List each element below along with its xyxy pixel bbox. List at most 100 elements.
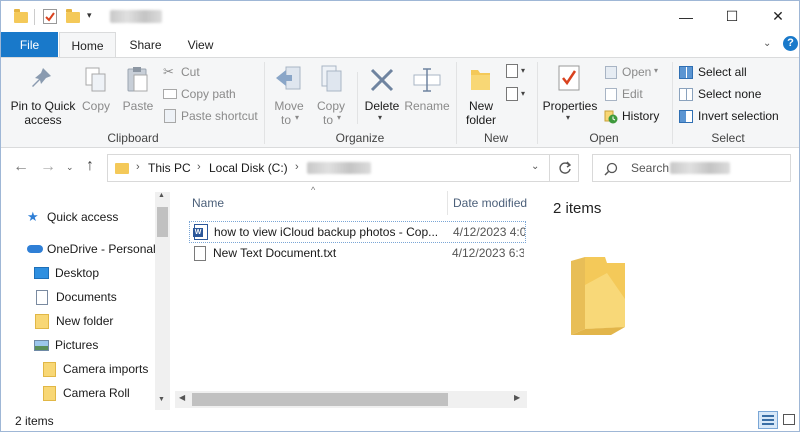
properties-icon [558,65,580,91]
breadcrumb-this-pc[interactable]: This PC [148,161,191,175]
paste-shortcut-label: Paste shortcut [181,109,258,123]
select-all-button[interactable]: Select all [678,64,788,82]
refresh-icon [559,161,572,174]
breadcrumb-separator-icon: › [197,161,201,173]
tab-file[interactable]: File [1,32,58,57]
cut-button[interactable]: ✂ Cut [163,64,253,82]
ribbon-expand-icon[interactable]: ⌄ [763,38,771,49]
status-bar: 2 items [1,410,799,431]
edit-button[interactable]: Edit [604,86,666,104]
nav-camera-roll[interactable]: Camera Roll [43,381,155,405]
nav-label: Pictures [55,338,99,352]
open-dropdown-icon: ▾ [654,66,659,75]
cloud-icon [27,245,43,253]
ribbon-tabs: File Home Share View ⌄ ? [1,32,799,58]
new-folder-icon [471,70,490,90]
clipboard-group-label: Clipboard [107,131,159,145]
invert-selection-button[interactable]: Invert selection [678,108,794,126]
star-icon: ★ [27,209,39,224]
copy-to-icon [321,65,342,92]
qat-separator [34,9,35,25]
column-header-name[interactable]: Name [192,196,224,210]
open-button[interactable]: Open ▾ [604,64,666,82]
address-bar[interactable]: › This PC › Local Disk (C:) › ⌄ [107,154,579,182]
ribbon-separator [537,62,538,144]
recent-locations-icon[interactable]: ⌄ [66,162,74,173]
address-folder-icon [115,163,129,174]
up-button[interactable]: ↑ [86,157,94,175]
breadcrumb-local-disk[interactable]: Local Disk (C:) [209,161,288,175]
nav-label: Desktop [55,266,100,280]
column-header-date-modified[interactable]: Date modified [453,196,527,210]
copy-path-label: Copy path [181,87,236,101]
move-to-button[interactable]: Move to ▾ [269,64,309,128]
scroll-down-icon[interactable]: ▼ [158,396,165,403]
new-folder-button[interactable]: New folder [461,64,501,128]
paste-icon [127,67,148,92]
scroll-up-icon[interactable]: ▲ [158,192,165,199]
nav-desktop[interactable]: Desktop [34,261,154,285]
delete-x-icon [370,68,394,92]
tab-home[interactable]: Home [59,32,116,58]
open-label: Open [622,65,652,79]
delete-button[interactable]: Delete ▾ [361,64,403,128]
properties-button[interactable]: Properties ▾ [541,64,599,128]
large-icons-view-button[interactable] [780,411,798,429]
select-none-button[interactable]: Select none [678,86,788,104]
nav-pane-scrollbar[interactable]: ▲ ▼ [155,192,170,410]
back-button[interactable]: ← [13,158,29,176]
column-divider [447,191,448,215]
pin-quick-access-button[interactable]: Pin to Quick access [5,66,77,130]
nav-camera-imports[interactable]: Camera imports [43,357,155,381]
nav-onedrive[interactable]: OneDrive - Personal [27,237,157,261]
nav-scrollbar-thumb[interactable] [157,207,168,237]
qat-customize-icon[interactable]: ▾ [87,10,92,21]
copy-path-button[interactable]: Copy path [163,86,261,104]
rename-button[interactable]: Rename [404,64,450,128]
scroll-right-icon[interactable]: ▶ [514,393,520,402]
ribbon: Pin to Quick access Copy Paste ✂ Cut Cop… [1,57,799,148]
history-button[interactable]: History [604,108,668,126]
copy-label: Copy [81,99,110,113]
tab-view[interactable]: View [173,32,228,57]
pin-icon [32,68,51,87]
scissors-icon: ✂ [163,64,174,79]
maximize-button[interactable]: ☐ [709,1,755,32]
new-folder-qat-icon[interactable] [66,9,80,23]
copy-button[interactable]: Copy [78,66,114,116]
refresh-button[interactable] [549,154,579,182]
close-button[interactable]: ✕ [755,1,800,32]
copy-to-button[interactable]: Copy to ▾ [311,64,351,128]
scroll-left-icon[interactable]: ◀ [179,393,185,402]
file-list-scrollbar-thumb[interactable] [192,393,448,406]
breadcrumb-current-folder[interactable] [307,162,371,174]
details-view-icon [762,415,774,425]
minimize-button[interactable]: — [663,1,709,32]
nav-documents[interactable]: Documents [34,285,154,309]
title-bar: ▾ — ☐ ✕ [1,1,799,32]
file-list-scrollbar[interactable]: ◀ ▶ [175,391,527,408]
paste-button[interactable]: Paste [118,66,158,116]
properties-check-icon[interactable] [43,9,57,24]
forward-button[interactable]: → [40,158,56,176]
document-icon [36,289,48,305]
easy-access-button[interactable]: ▾ [506,85,532,105]
large-icons-view-icon [783,414,795,425]
details-view-button[interactable] [758,411,778,429]
move-to-label-1: Move [274,99,304,113]
easy-access-dropdown-icon: ▾ [521,89,526,98]
nav-label: Camera imports [63,362,149,376]
nav-new-folder[interactable]: New folder [34,309,154,333]
file-row[interactable]: New Text Document.txt 4/12/2023 6:33 [189,242,526,264]
copy-icon [85,67,106,92]
nav-pictures[interactable]: Pictures [34,333,154,357]
paste-shortcut-button[interactable]: Paste shortcut [163,108,263,126]
address-dropdown-icon[interactable]: ⌄ [531,161,539,172]
help-icon[interactable]: ? [783,36,798,51]
search-box[interactable]: Search [592,154,791,182]
tab-share[interactable]: Share [118,32,173,57]
file-row[interactable]: W how to view iCloud backup photos - Cop… [189,221,526,243]
nav-quick-access[interactable]: ★ Quick access [27,205,153,229]
new-item-button[interactable]: ▾ [506,62,532,82]
copy-to-label-1: Copy [316,99,345,113]
